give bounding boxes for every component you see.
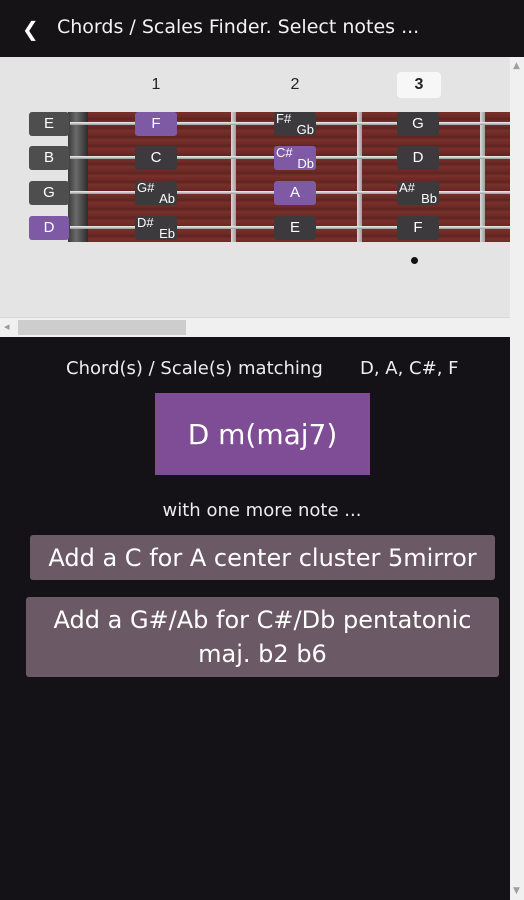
fret2-note-d[interactable]: E xyxy=(274,216,316,240)
vertical-scrollbar[interactable]: ▲ ▼ xyxy=(510,57,524,900)
fret-wire-1 xyxy=(231,112,236,242)
fret2-note-g[interactable]: A xyxy=(274,181,316,205)
more-note-label: with one more note ... xyxy=(162,500,362,521)
match-label: Chord(s) / Scale(s) matching xyxy=(66,358,323,379)
horizontal-scrollbar[interactable]: ◂ xyxy=(0,317,510,337)
note-flat-label: Gb xyxy=(296,122,314,137)
fret-number-2: 2 xyxy=(290,76,300,93)
page-title: Chords / Scales Finder. Select notes ... xyxy=(57,16,420,38)
fret1-note-e[interactable]: F xyxy=(135,112,177,136)
fret3-note-e[interactable]: G xyxy=(397,112,439,136)
suggestion-button-1[interactable]: Add a C for A center cluster 5mirror xyxy=(30,535,495,580)
scroll-left-icon[interactable]: ◂ xyxy=(4,320,10,333)
fret-number-1: 1 xyxy=(151,76,161,93)
chord-result-button[interactable]: D m(maj7) xyxy=(155,393,370,475)
note-flat-label: Eb xyxy=(159,226,175,241)
open-string-b[interactable]: B xyxy=(29,146,69,170)
chevron-left-icon[interactable]: ❮ xyxy=(22,18,40,40)
app-header: ❮ Chords / Scales Finder. Select notes .… xyxy=(0,0,524,57)
fret3-note-d[interactable]: F xyxy=(397,216,439,240)
fret3-note-g[interactable]: A# Bb xyxy=(397,181,439,205)
nut xyxy=(68,112,88,242)
fret2-note-e[interactable]: F# Gb xyxy=(274,112,316,136)
fret-wire-2 xyxy=(357,112,362,242)
scrollbar-thumb[interactable] xyxy=(18,320,186,335)
fret-marker-dot xyxy=(411,257,418,264)
fret1-note-b[interactable]: C xyxy=(135,146,177,170)
note-flat-label: Db xyxy=(297,156,314,171)
open-string-d[interactable]: D xyxy=(29,216,69,240)
scroll-down-icon[interactable]: ▼ xyxy=(513,886,520,896)
open-string-g[interactable]: G xyxy=(29,181,69,205)
note-flat-label: Bb xyxy=(421,191,437,206)
open-string-e[interactable]: E xyxy=(29,112,69,136)
fret1-note-d[interactable]: D# Eb xyxy=(135,216,177,240)
suggestion-button-2[interactable]: Add a G#/Ab for C#/Db pentatonic maj. b2… xyxy=(26,597,499,677)
selected-notes: D, A, C#, F xyxy=(360,358,459,379)
note-flat-label: Ab xyxy=(159,191,175,206)
fret1-note-g[interactable]: G# Ab xyxy=(135,181,177,205)
fret2-note-b[interactable]: C# Db xyxy=(274,146,316,170)
fret3-note-b[interactable]: D xyxy=(397,146,439,170)
scroll-up-icon[interactable]: ▲ xyxy=(513,61,520,71)
fret-wire-3 xyxy=(480,112,485,242)
fret-number-3: 3 xyxy=(397,72,441,98)
